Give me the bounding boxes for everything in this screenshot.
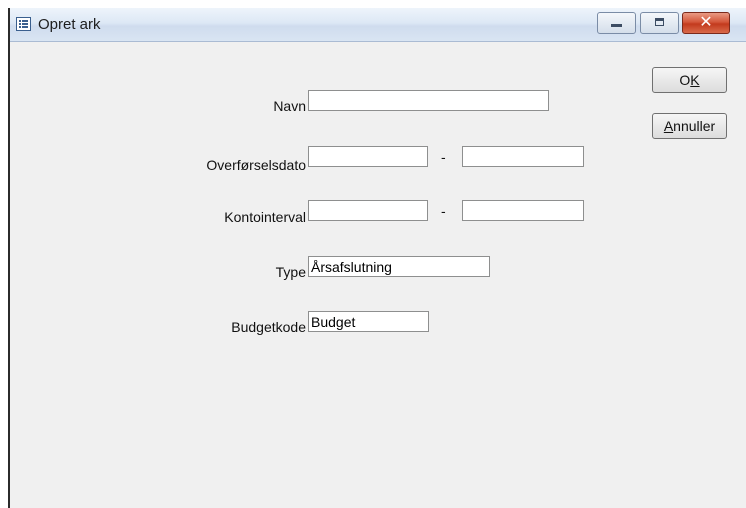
minimize-icon bbox=[611, 24, 622, 27]
overforselsdato-label: Overførselsdato bbox=[206, 157, 306, 173]
close-icon: ✕ bbox=[699, 14, 713, 31]
budgetkode-label: Budgetkode bbox=[231, 319, 306, 335]
navn-input[interactable] bbox=[308, 90, 549, 111]
form-window-icon[interactable] bbox=[16, 17, 31, 31]
close-button[interactable]: ✕ bbox=[682, 12, 730, 34]
navn-label: Navn bbox=[273, 98, 306, 114]
cancel-button-label-post: nnuller bbox=[673, 118, 716, 134]
type-label: Type bbox=[275, 264, 306, 280]
dialog-window: Opret ark ✕ Navn Overførselsdato - Konto… bbox=[8, 8, 746, 508]
cancel-button[interactable]: Annuller bbox=[652, 113, 727, 139]
overforselsdato-separator: - bbox=[441, 149, 446, 165]
budgetkode-input[interactable] bbox=[308, 311, 429, 332]
type-input[interactable] bbox=[308, 256, 490, 277]
minimize-button[interactable] bbox=[597, 12, 636, 34]
kontointerval-separator: - bbox=[441, 203, 446, 219]
overforselsdato-from-input[interactable] bbox=[308, 146, 428, 167]
maximize-button[interactable] bbox=[640, 12, 679, 34]
ok-button-label-pre: O bbox=[679, 72, 691, 88]
maximize-icon bbox=[655, 18, 664, 26]
kontointerval-label: Kontointerval bbox=[224, 209, 306, 225]
kontointerval-to-input[interactable] bbox=[462, 200, 584, 221]
ok-button-accel: K bbox=[690, 72, 700, 88]
cancel-button-accel: A bbox=[663, 118, 674, 134]
overforselsdato-to-input[interactable] bbox=[462, 146, 584, 167]
kontointerval-from-input[interactable] bbox=[308, 200, 428, 221]
window-title: Opret ark bbox=[38, 16, 101, 33]
title-bar[interactable]: Opret ark ✕ bbox=[10, 8, 746, 42]
ok-button[interactable]: OK bbox=[652, 67, 727, 93]
